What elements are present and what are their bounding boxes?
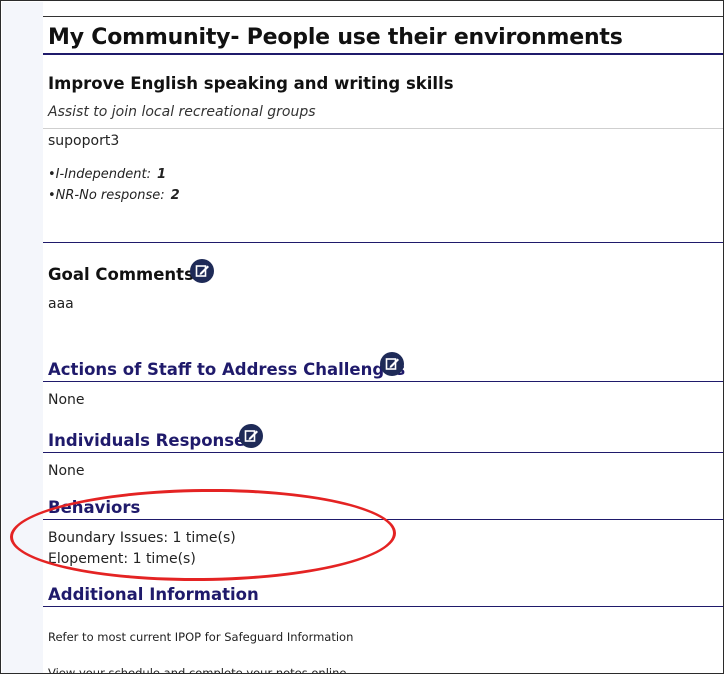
goal-subtitle: Assist to join local recreational groups — [48, 104, 316, 120]
report-content: My Community- People use their environme… — [43, 1, 723, 674]
section-divider — [43, 452, 723, 453]
score-value: 1 — [156, 167, 167, 182]
individuals-response-text: None — [48, 463, 85, 479]
page-title: My Community- People use their environme… — [48, 25, 623, 50]
staff-actions-heading: Actions of Staff to Address Challenges — [48, 360, 406, 379]
goal-divider — [43, 128, 723, 129]
top-divider — [43, 16, 723, 17]
individuals-response-heading: Individuals Response — [48, 431, 246, 450]
behaviors-heading: Behaviors — [48, 498, 141, 517]
goal-comments-heading: Goal Comments — [48, 265, 194, 284]
score-independent: •I-Independent: 1 — [48, 167, 166, 182]
left-gutter — [2, 2, 43, 673]
edit-icon[interactable] — [190, 259, 214, 283]
behavior-item: Boundary Issues: 1 time(s) — [48, 530, 236, 546]
report-frame: My Community- People use their environme… — [0, 0, 724, 674]
behavior-item: Elopement: 1 time(s) — [48, 551, 196, 567]
section-divider — [43, 242, 723, 243]
additional-info-heading: Additional Information — [48, 585, 259, 604]
score-label: •NR-No response: — [48, 188, 165, 203]
support-label: supoport3 — [48, 133, 120, 149]
goal-comments-text: aaa — [48, 296, 74, 312]
title-divider — [43, 53, 723, 55]
additional-info-line: View your schedule and complete your not… — [48, 666, 347, 674]
score-no-response: •NR-No response: 2 — [48, 188, 180, 203]
section-divider — [43, 606, 723, 607]
section-divider — [43, 381, 723, 382]
score-label: •I-Independent: — [48, 167, 151, 182]
staff-actions-text: None — [48, 392, 85, 408]
additional-info-line: Refer to most current IPOP for Safeguard… — [48, 630, 354, 644]
goal-title: Improve English speaking and writing ski… — [48, 74, 454, 93]
edit-icon[interactable] — [380, 352, 404, 376]
section-divider — [43, 519, 723, 520]
score-value: 2 — [170, 188, 180, 203]
edit-icon[interactable] — [239, 424, 263, 448]
